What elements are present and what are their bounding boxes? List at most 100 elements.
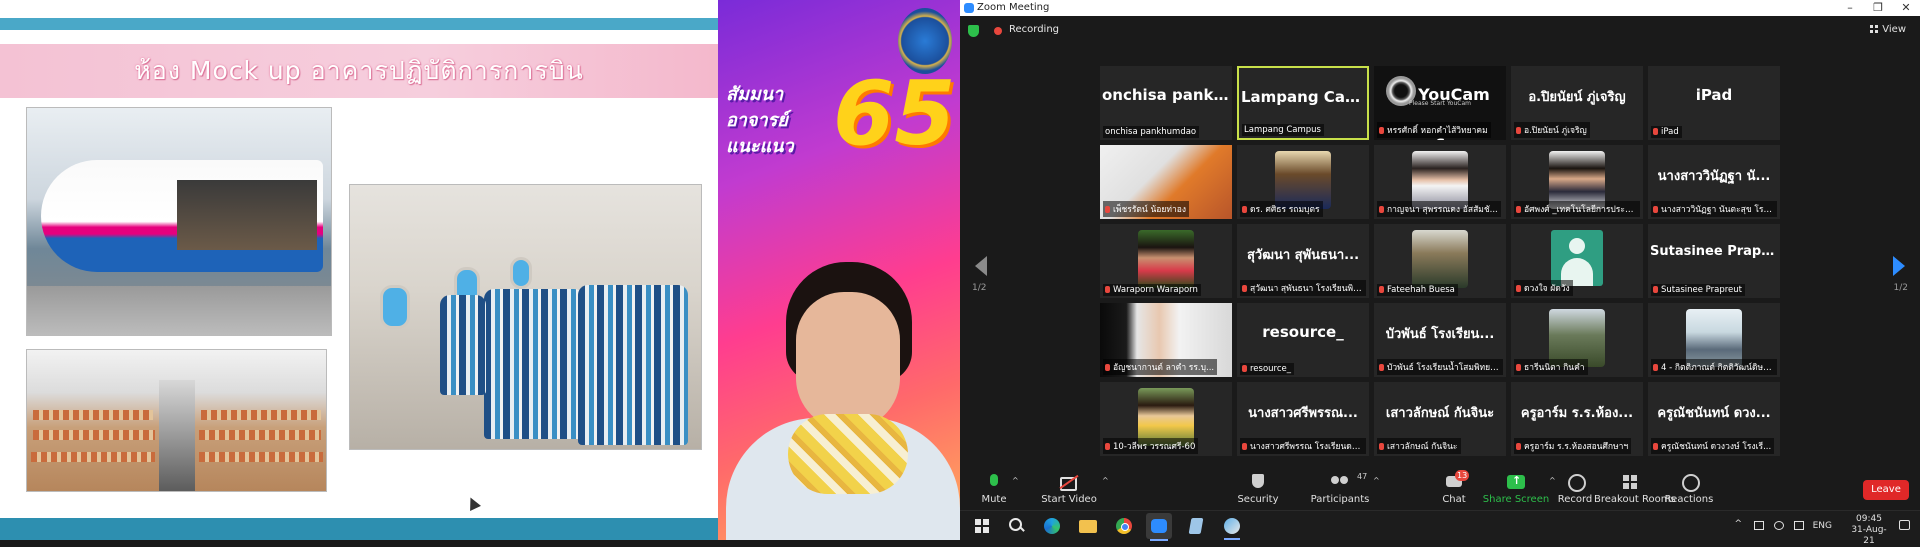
record-button[interactable]: Record: [1555, 470, 1595, 510]
default-avatar-icon: [1551, 230, 1603, 286]
notes-app-icon[interactable]: [1186, 516, 1206, 536]
participant-tile[interactable]: 4 - กิตติภาณต์ กิตติวัฒน์ดิษย์ -...: [1648, 303, 1780, 377]
volume-icon[interactable]: [1774, 521, 1784, 530]
participant-label: สุวัฒนา สุพันธนา โรงเรียนพิบู...: [1240, 280, 1366, 296]
share-screen-button[interactable]: Share Screen ^: [1481, 470, 1556, 510]
participant-name: บัวพันธ์ โรงเรียนน้ำโสมพิทยา...: [1387, 363, 1503, 373]
participant-label: 10-วลีพร วรรณศรี-60: [1103, 438, 1199, 454]
breakout-rooms-button[interactable]: Breakout Rooms: [1594, 470, 1676, 510]
participant-tile-active-speaker[interactable]: Lampang Campus Lampang Campus: [1237, 66, 1369, 140]
search-icon[interactable]: [1006, 516, 1026, 536]
recording-label[interactable]: Recording: [1009, 24, 1059, 35]
start-video-button[interactable]: Start Video ^: [1036, 470, 1109, 510]
participant-label: iPad: [1651, 126, 1682, 138]
participant-label: อ.ปิยนัยน์ ภู่เจริญ: [1514, 122, 1590, 138]
minimize-button[interactable]: –: [1836, 0, 1864, 16]
participant-label: นางสาววินัฏฐา นันตะสุข โรงเรี...: [1651, 201, 1777, 217]
leave-button[interactable]: Leave: [1863, 480, 1909, 500]
participant-tile[interactable]: ดวงใจ ผัดวัง: [1511, 224, 1643, 298]
participant-tile[interactable]: YouCam 6 Please Start YouCam หรรศักดิ์ ห…: [1374, 66, 1506, 140]
network-icon[interactable]: [1754, 521, 1764, 530]
edge-icon[interactable]: [1042, 516, 1062, 536]
youcam-placeholder: YouCam 6 Please Start YouCam: [1382, 70, 1498, 140]
file-explorer-icon[interactable]: [1078, 516, 1098, 536]
notifications-icon[interactable]: [1899, 520, 1910, 530]
participant-tile[interactable]: เสาวลักษณ์ กันจินะ เสาวลักษณ์ กันจินะ: [1374, 382, 1506, 456]
view-button[interactable]: View: [1866, 22, 1910, 37]
participant-tile[interactable]: 10-วลีพร วรรณศรี-60: [1100, 382, 1232, 456]
participant-tile[interactable]: สุวัฒนา สุพันธนา... สุวัฒนา สุพันธนา โรง…: [1237, 224, 1369, 298]
participant-label: บัวพันธ์ โรงเรียนน้ำโสมพิทยา...: [1377, 359, 1503, 375]
reactions-label: Reactions: [1664, 494, 1714, 505]
close-button[interactable]: ✕: [1892, 0, 1920, 16]
restore-button[interactable]: ❐: [1864, 0, 1892, 16]
participant-label: Waraporn Waraporn: [1103, 284, 1201, 296]
previous-page-arrow-icon[interactable]: [975, 256, 987, 276]
battery-icon[interactable]: [1794, 521, 1804, 530]
participant-tile[interactable]: Fateehah Buesa: [1374, 224, 1506, 298]
mute-button[interactable]: Mute ^: [974, 470, 1019, 510]
participant-tile[interactable]: บัวพันธ์ โรงเรียน... บัวพันธ์ โรงเรียนน้…: [1374, 303, 1506, 377]
participant-label: กาญจนา สุพรรณคง อัสสัมชั...: [1377, 201, 1501, 217]
participant-tile[interactable]: เพ็ชรรัตน์ น้อยท่าอง: [1100, 145, 1232, 219]
participant-name: ดร. ศศิธร รถมบุตร: [1250, 205, 1320, 215]
participants-icon: 47: [1331, 472, 1367, 490]
participant-label: 4 - กิตติภาณต์ กิตติวัฒน์ดิษย์ -...: [1651, 359, 1777, 375]
avatar-head: [1569, 238, 1585, 254]
cabin-seats-photo: [349, 184, 702, 450]
cabin-window: [380, 285, 410, 329]
cabin-seat: [578, 285, 688, 445]
encryption-shield-icon[interactable]: [968, 25, 979, 37]
slide-bottom-band: [0, 518, 718, 540]
audio-options-chevron-icon[interactable]: ^: [1012, 476, 1019, 485]
participant-name: ครูอาร์ม ร.ร.ห้องสอนศึกษาฯ: [1524, 442, 1629, 452]
reactions-button[interactable]: Reactions: [1664, 470, 1714, 510]
participants-button[interactable]: 47 Participants ^: [1309, 470, 1380, 510]
participant-tile[interactable]: นางสาวศรีพรรณ... นางสาวศรีพรรณ โรงเรียนด…: [1237, 382, 1369, 456]
participant-tile[interactable]: ครูณัชนันทน์ ดวง... ครูณัชนันทน์ ดวงวงษ์…: [1648, 382, 1780, 456]
muted-mic-icon: [1653, 286, 1658, 293]
participant-tile[interactable]: ครูอาร์ม ร.ร.ห้อง... ครูอาร์ม ร.ร.ห้องสอ…: [1511, 382, 1643, 456]
participant-name-display: นางสาววินัฏฐา นั...: [1657, 169, 1771, 184]
participant-name: Sutasinee Prapreut: [1661, 285, 1742, 295]
participant-tile[interactable]: อ.ปิยนัยน์ ภู่เจริญ อ.ปิยนัยน์ ภู่เจริญ: [1511, 66, 1643, 140]
seat-row: [31, 452, 155, 462]
participant-tile[interactable]: อัญชนากานต์ ลาคำ รร.บุ...: [1100, 303, 1232, 377]
speaker-scarf: [788, 414, 908, 494]
security-button[interactable]: Security: [1233, 470, 1283, 510]
participant-label: เพ็ชรรัตน์ น้อยท่าอง: [1103, 201, 1189, 217]
chrome-icon[interactable]: [1114, 516, 1134, 536]
participant-tile[interactable]: Sutasinee Prapr... Sutasinee Prapreut: [1648, 224, 1780, 298]
participant-tile[interactable]: กาญจนา สุพรรณคง อัสสัมชั...: [1374, 145, 1506, 219]
seat-row: [33, 430, 155, 440]
participant-tile[interactable]: ธารีนนิตา กินคำ: [1511, 303, 1643, 377]
participant-label: อัญชนากานต์ ลาคำ รร.บุ...: [1103, 359, 1218, 375]
input-language[interactable]: ENG: [1813, 521, 1832, 531]
app-tool-icon[interactable]: [1222, 516, 1242, 540]
participant-tile[interactable]: resource_ resource_: [1237, 303, 1369, 377]
participant-tile[interactable]: iPad iPad: [1648, 66, 1780, 140]
record-label: Record: [1557, 494, 1593, 505]
zoom-taskbar-icon[interactable]: [1146, 513, 1172, 541]
participant-label: Sutasinee Prapreut: [1651, 284, 1745, 296]
participant-tile[interactable]: นางสาววินัฏฐา นั... นางสาววินัฏฐา นันตะส…: [1648, 145, 1780, 219]
muted-mic-icon: [1105, 286, 1110, 293]
participant-tile[interactable]: ดร. ศศิธร รถมบุตร: [1237, 145, 1369, 219]
participant-tile[interactable]: Waraporn Waraporn: [1100, 224, 1232, 298]
participant-name-display: Sutasinee Prapr...: [1650, 244, 1778, 259]
muted-mic-icon: [1516, 443, 1521, 450]
participant-tile[interactable]: อัศพงศ์ _เทคโนโลยีการประกอ...: [1511, 145, 1643, 219]
participant-tile[interactable]: onchisa pankhu... onchisa pankhumdao: [1100, 66, 1232, 140]
show-hidden-icons-chevron-icon[interactable]: ^: [1734, 519, 1742, 529]
muted-mic-icon: [1653, 206, 1658, 213]
video-options-chevron-icon[interactable]: ^: [1102, 476, 1109, 485]
participant-video: [1138, 230, 1194, 288]
chat-button[interactable]: 13 Chat: [1434, 470, 1474, 510]
next-page-arrow-icon[interactable]: [1893, 256, 1905, 276]
clock[interactable]: 09:45 31-Aug-21: [1846, 514, 1892, 547]
cabin-aisle: [159, 380, 195, 491]
participants-options-chevron-icon[interactable]: ^: [1373, 476, 1380, 485]
participant-name-display: iPad: [1695, 86, 1733, 104]
participant-name: onchisa pankhumdao: [1105, 127, 1197, 137]
start-icon[interactable]: [972, 516, 992, 536]
